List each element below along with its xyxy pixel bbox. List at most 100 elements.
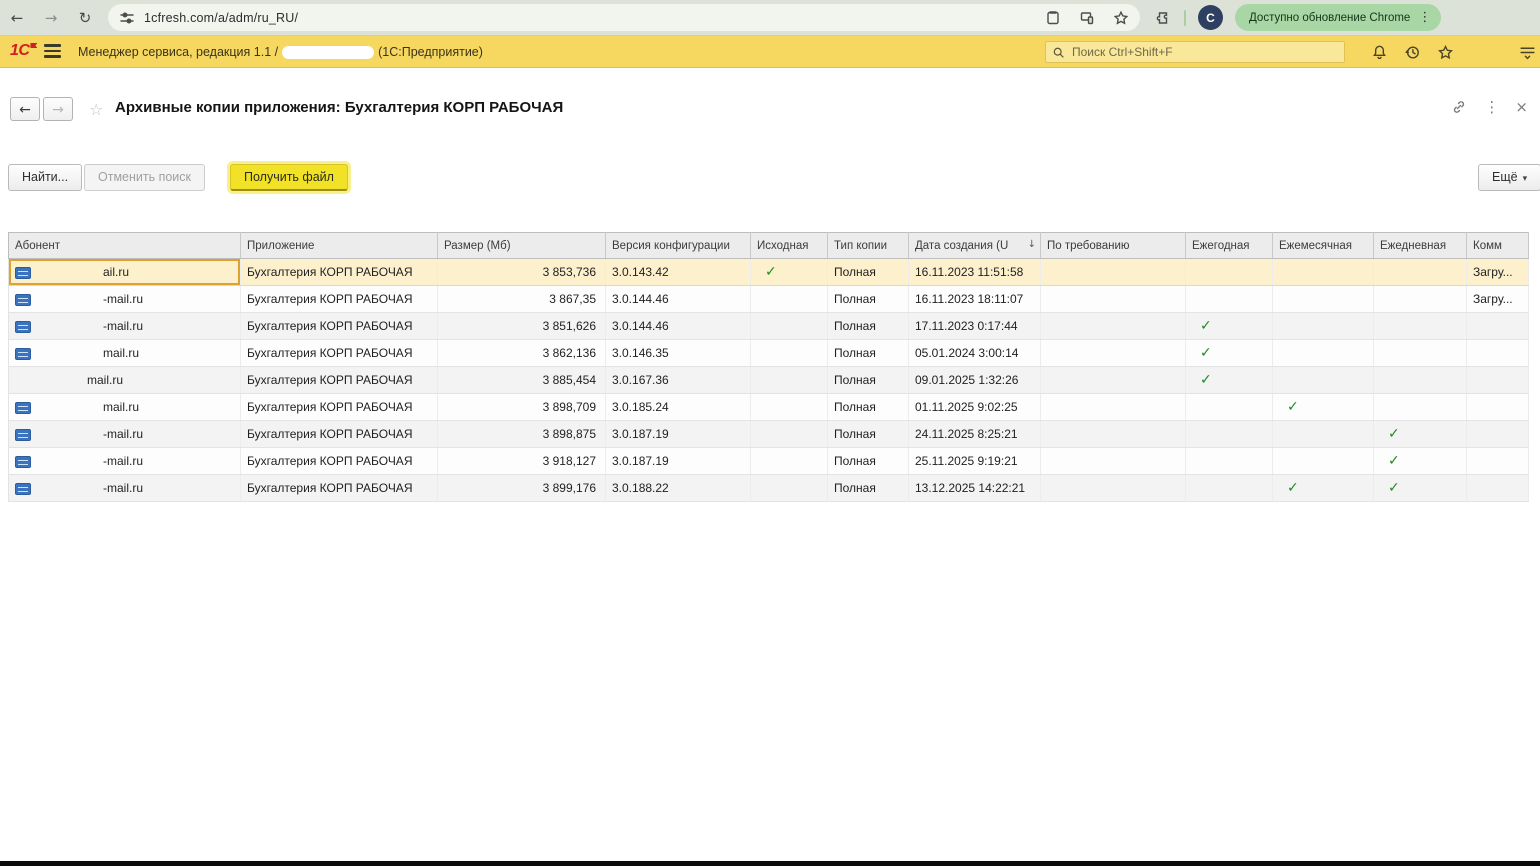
send-to-devices-icon[interactable] [1078, 9, 1096, 27]
cell-size[interactable]: 3 867,35 [438, 286, 606, 313]
column-header-comment[interactable]: Комм [1467, 233, 1529, 259]
cell-daily[interactable] [1374, 313, 1467, 340]
cell-monthly[interactable]: ✓ [1273, 394, 1374, 421]
cell-on_demand[interactable] [1041, 394, 1186, 421]
cell-size[interactable]: 3 899,176 [438, 475, 606, 502]
cell-comment[interactable] [1467, 367, 1529, 394]
main-menu-icon[interactable] [44, 44, 61, 58]
bookmark-star-icon[interactable] [1112, 9, 1130, 27]
cell-on_demand[interactable] [1041, 340, 1186, 367]
cell-monthly[interactable] [1273, 367, 1374, 394]
cell-created[interactable]: 01.11.2025 9:02:25 [909, 394, 1041, 421]
cancel-search-button[interactable]: Отменить поиск [84, 164, 205, 191]
cell-abonent[interactable]: -mail.ru [9, 448, 241, 475]
bookmark-square-icon[interactable] [1044, 9, 1062, 27]
history-icon[interactable] [1401, 42, 1423, 62]
browser-reload-icon[interactable]: ↻ [68, 0, 102, 36]
cell-abonent[interactable]: -mail.ru [9, 313, 241, 340]
cell-yearly[interactable] [1186, 475, 1273, 502]
cell-on_demand[interactable] [1041, 286, 1186, 313]
chrome-update-button[interactable]: Доступно обновление Chrome ⋮ [1235, 4, 1441, 31]
get-file-button[interactable]: Получить файл [230, 164, 348, 191]
cell-yearly[interactable] [1186, 286, 1273, 313]
cell-type[interactable]: Полная [828, 448, 909, 475]
cell-yearly[interactable] [1186, 394, 1273, 421]
cell-size[interactable]: 3 918,127 [438, 448, 606, 475]
cell-original[interactable] [751, 367, 828, 394]
column-header-version[interactable]: Версия конфигурации [606, 233, 751, 259]
table-row[interactable]: -mail.ruБухгалтерия КОРП РАБОЧАЯ3 851,62… [9, 313, 1529, 340]
cell-version[interactable]: 3.0.167.36 [606, 367, 751, 394]
cell-app[interactable]: Бухгалтерия КОРП РАБОЧАЯ [241, 448, 438, 475]
cell-monthly[interactable] [1273, 259, 1374, 286]
cell-yearly[interactable]: ✓ [1186, 313, 1273, 340]
column-header-original[interactable]: Исходная [751, 233, 828, 259]
cell-comment[interactable]: Загру... [1467, 259, 1529, 286]
cell-yearly[interactable] [1186, 421, 1273, 448]
cell-version[interactable]: 3.0.143.42 [606, 259, 751, 286]
column-header-app[interactable]: Приложение [241, 233, 438, 259]
cell-yearly[interactable] [1186, 448, 1273, 475]
page-menu-icon[interactable]: ⋮ [1484, 98, 1499, 116]
cell-version[interactable]: 3.0.187.19 [606, 421, 751, 448]
cell-size[interactable]: 3 898,709 [438, 394, 606, 421]
cell-monthly[interactable] [1273, 448, 1374, 475]
cell-created[interactable]: 24.11.2025 8:25:21 [909, 421, 1041, 448]
cell-daily[interactable]: ✓ [1374, 448, 1467, 475]
cell-yearly[interactable]: ✓ [1186, 367, 1273, 394]
cell-original[interactable] [751, 313, 828, 340]
cell-abonent[interactable]: ail.ru [9, 259, 241, 286]
table-row[interactable]: -mail.ruБухгалтерия КОРП РАБОЧАЯ3 867,35… [9, 286, 1529, 313]
column-header-type[interactable]: Тип копии [828, 233, 909, 259]
cell-abonent[interactable]: mail.ru [9, 394, 241, 421]
cell-on_demand[interactable] [1041, 421, 1186, 448]
cell-created[interactable]: 05.01.2024 3:00:14 [909, 340, 1041, 367]
cell-version[interactable]: 3.0.144.46 [606, 313, 751, 340]
cell-comment[interactable] [1467, 313, 1529, 340]
cell-original[interactable] [751, 448, 828, 475]
cell-app[interactable]: Бухгалтерия КОРП РАБОЧАЯ [241, 421, 438, 448]
cell-created[interactable]: 09.01.2025 1:32:26 [909, 367, 1041, 394]
address-bar[interactable]: 1cfresh.com/a/adm/ru_RU/ [108, 4, 1140, 31]
cell-created[interactable]: 13.12.2025 14:22:21 [909, 475, 1041, 502]
global-search[interactable] [1045, 41, 1345, 63]
table-row[interactable]: -mail.ruБухгалтерия КОРП РАБОЧАЯ3 899,17… [9, 475, 1529, 502]
page-forward-button[interactable]: → [43, 97, 73, 121]
cell-version[interactable]: 3.0.144.46 [606, 286, 751, 313]
column-header-daily[interactable]: Ежедневная [1374, 233, 1467, 259]
column-header-created[interactable]: Дата создания (U↓ [909, 233, 1041, 259]
table-row[interactable]: -mail.ruБухгалтерия КОРП РАБОЧАЯ3 898,87… [9, 421, 1529, 448]
column-header-yearly[interactable]: Ежегодная [1186, 233, 1273, 259]
table-row[interactable]: mail.ruБухгалтерия КОРП РАБОЧАЯ3 862,136… [9, 340, 1529, 367]
cell-version[interactable]: 3.0.188.22 [606, 475, 751, 502]
cell-app[interactable]: Бухгалтерия КОРП РАБОЧАЯ [241, 313, 438, 340]
page-back-button[interactable]: ← [10, 97, 40, 121]
cell-created[interactable]: 25.11.2025 9:19:21 [909, 448, 1041, 475]
cell-daily[interactable]: ✓ [1374, 475, 1467, 502]
cell-version[interactable]: 3.0.187.19 [606, 448, 751, 475]
cell-app[interactable]: Бухгалтерия КОРП РАБОЧАЯ [241, 394, 438, 421]
cell-daily[interactable] [1374, 286, 1467, 313]
cell-type[interactable]: Полная [828, 259, 909, 286]
cell-comment[interactable]: Загру... [1467, 286, 1529, 313]
cell-created[interactable]: 16.11.2023 18:11:07 [909, 286, 1041, 313]
cell-monthly[interactable] [1273, 340, 1374, 367]
site-info-icon[interactable] [118, 9, 136, 27]
cell-type[interactable]: Полная [828, 475, 909, 502]
cell-daily[interactable] [1374, 367, 1467, 394]
cell-type[interactable]: Полная [828, 394, 909, 421]
favorites-star-icon[interactable] [1434, 42, 1456, 62]
chrome-menu-icon[interactable]: ⋮ [1418, 11, 1431, 24]
cell-on_demand[interactable] [1041, 367, 1186, 394]
cell-app[interactable]: Бухгалтерия КОРП РАБОЧАЯ [241, 340, 438, 367]
cell-yearly[interactable] [1186, 259, 1273, 286]
column-header-monthly[interactable]: Ежемесячная [1273, 233, 1374, 259]
cell-type[interactable]: Полная [828, 367, 909, 394]
cell-version[interactable]: 3.0.185.24 [606, 394, 751, 421]
table-row[interactable]: mail.ruБухгалтерия КОРП РАБОЧАЯ3 885,454… [9, 367, 1529, 394]
cell-app[interactable]: Бухгалтерия КОРП РАБОЧАЯ [241, 286, 438, 313]
panel-toggle-icon[interactable] [1516, 42, 1538, 62]
cell-created[interactable]: 17.11.2023 0:17:44 [909, 313, 1041, 340]
cell-size[interactable]: 3 851,626 [438, 313, 606, 340]
cell-abonent[interactable]: -mail.ru [9, 286, 241, 313]
